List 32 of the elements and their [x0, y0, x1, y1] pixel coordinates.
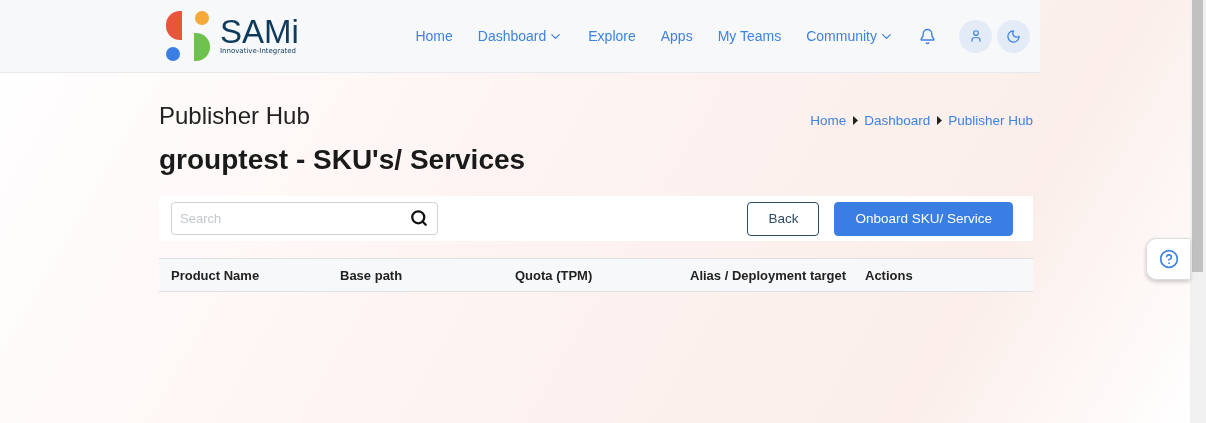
nav-link[interactable]: My Teams: [717, 28, 782, 44]
page-title: Publisher Hub: [159, 102, 310, 130]
scrollbar[interactable]: [1190, 0, 1206, 423]
caret-right-icon: [935, 115, 944, 125]
search-field[interactable]: Search: [171, 202, 438, 235]
nav-link[interactable]: Explore: [588, 28, 636, 44]
back-button[interactable]: Back: [747, 201, 820, 236]
section-title: grouptest - SKU's/ Services: [159, 144, 527, 176]
logo-icon: [166, 11, 210, 61]
bell-icon[interactable]: [919, 27, 936, 45]
column-header: Base path: [340, 267, 404, 283]
breadcrumb-link[interactable]: Home: [810, 112, 847, 128]
caret-right-icon: [851, 115, 860, 125]
search-icon: [410, 209, 428, 227]
onboard-button[interactable]: Onboard SKU/ Service: [834, 201, 1013, 236]
nav-link[interactable]: Dashboard: [477, 28, 564, 44]
column-header: Product Name: [171, 267, 261, 283]
breadcrumb-link[interactable]: Dashboard: [864, 112, 931, 128]
logo-name: SAMi: [220, 17, 299, 47]
help-icon: [1158, 249, 1179, 269]
theme-toggle-button[interactable]: [997, 19, 1030, 53]
user-icon: [968, 29, 983, 43]
moon-icon: [1006, 28, 1021, 44]
nav-link[interactable]: Home: [415, 28, 453, 44]
breadcrumb-link[interactable]: Publisher Hub: [948, 112, 1033, 128]
help-button[interactable]: [1146, 238, 1190, 280]
column-header: Alias / Deployment target: [690, 267, 848, 283]
column-header: Actions: [865, 267, 914, 283]
nav-link[interactable]: Apps: [660, 28, 693, 44]
column-header: Quota (TPM): [515, 267, 594, 283]
nav-link[interactable]: Community: [806, 28, 894, 44]
profile-button[interactable]: [959, 19, 992, 53]
